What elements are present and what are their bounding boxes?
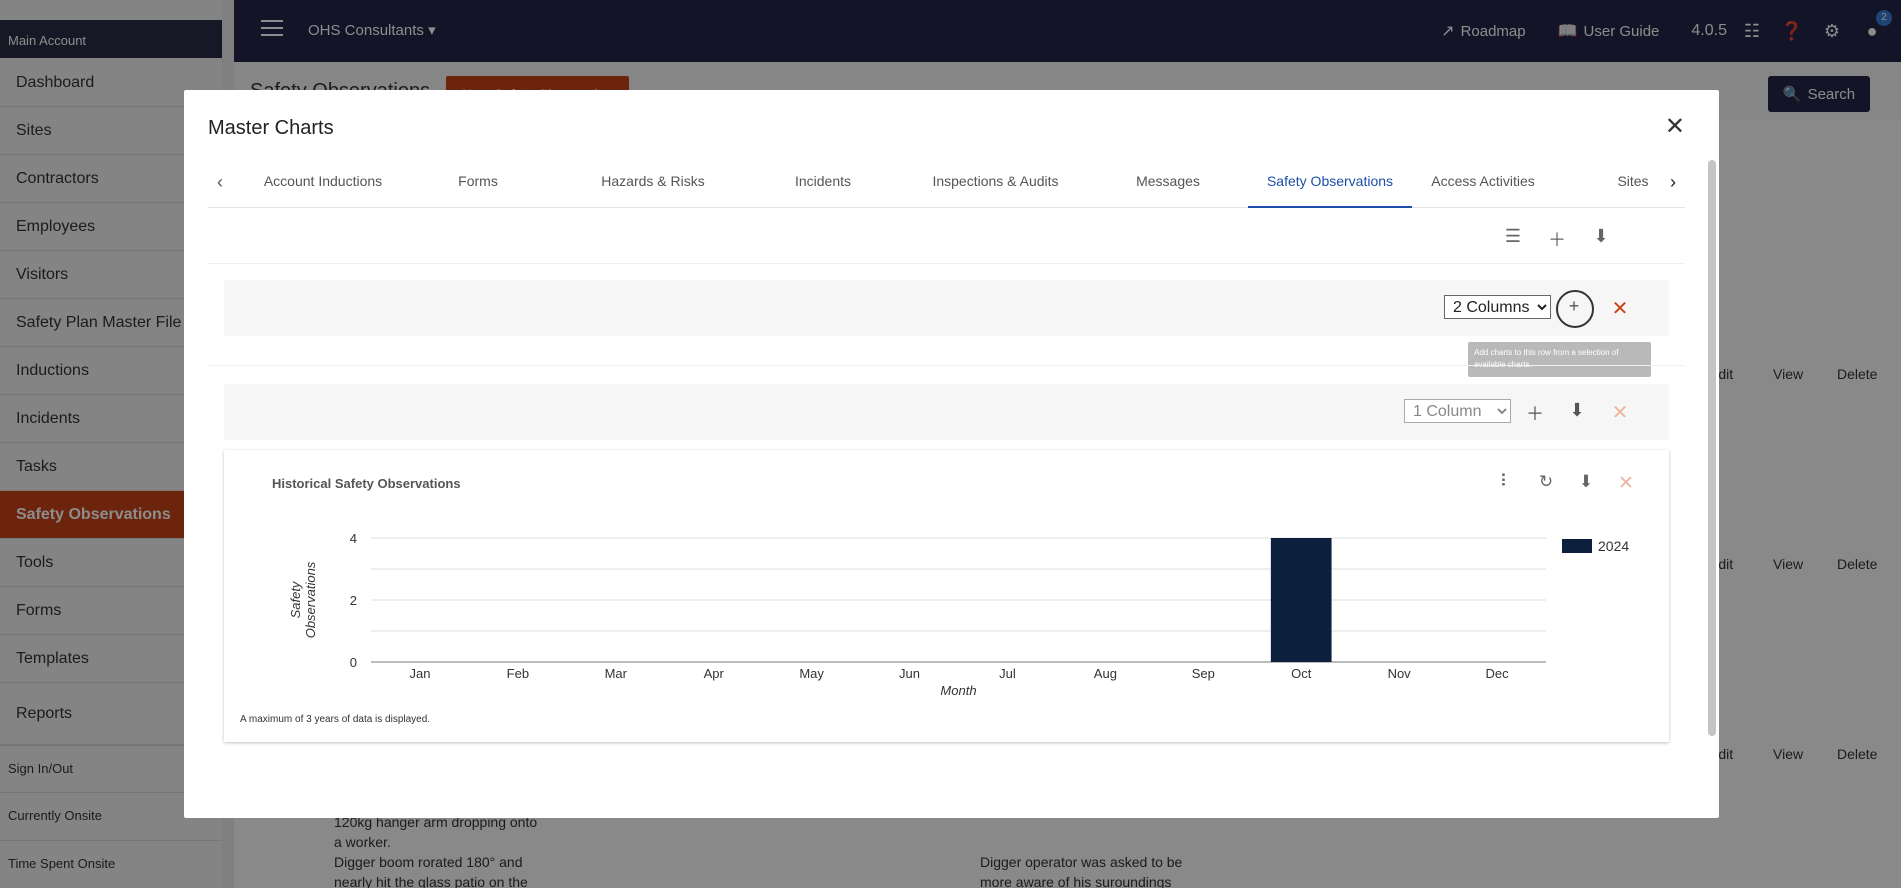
tab-inspections-audits[interactable]: Inspections & Audits — [908, 162, 1083, 208]
y-tick-label: 2 — [350, 593, 357, 608]
x-tick-label: Jan — [409, 666, 430, 681]
bar-chart: 0 2 4 Jan Feb Mar Apr May Jun Jul Aug Sep Oct Nov Dec M… — [288, 531, 1629, 698]
tab-hazards-risks[interactable]: Hazards & Risks — [568, 162, 738, 208]
chart-row-2: 1 Column2 Columns3 Columns ＋ ⬇ ✕ — [224, 384, 1669, 440]
row-divider — [208, 365, 1685, 366]
add-chart-icon[interactable]: ＋ — [1524, 400, 1546, 424]
x-tick-label: Feb — [507, 666, 529, 681]
remove-row-icon[interactable]: ✕ — [1609, 296, 1631, 320]
tab-account-inductions[interactable]: Account Inductions — [248, 162, 398, 208]
remove-row-icon[interactable]: ✕ — [1609, 400, 1631, 424]
x-tick-label: Apr — [704, 666, 725, 681]
download-icon[interactable]: ⬇ — [1566, 400, 1588, 422]
y-tick-label: 4 — [350, 531, 357, 546]
modal-title: Master Charts — [208, 117, 334, 139]
add-charts-tooltip: Add charts to this row from a selection … — [1468, 342, 1651, 377]
row-columns-select[interactable]: 1 Column2 Columns3 Columns — [1444, 295, 1551, 319]
tab-sites[interactable]: Sites — [1608, 162, 1658, 208]
x-tick-label: Oct — [1291, 666, 1312, 681]
tab-forms[interactable]: Forms — [428, 162, 528, 208]
chevron-left-icon[interactable]: ‹ — [208, 172, 232, 196]
tab-access-activities[interactable]: Access Activities — [1418, 162, 1548, 208]
bar — [1270, 538, 1332, 662]
add-row-icon[interactable]: ＋ — [1546, 226, 1568, 250]
x-tick-label: May — [799, 666, 824, 681]
chart-note: A maximum of 3 years of data is displaye… — [240, 714, 431, 725]
plus-icon: + — [1568, 296, 1580, 316]
x-tick-label: Dec — [1485, 666, 1509, 681]
chart-category-tabs: ‹ Account Inductions Forms Hazards & Ris… — [208, 162, 1685, 208]
x-axis-label: Month — [940, 683, 976, 698]
y-tick-label: 0 — [350, 655, 357, 670]
legend-label: 2024 — [1598, 538, 1629, 554]
row-columns-select[interactable]: 1 Column2 Columns3 Columns — [1404, 399, 1511, 423]
x-tick-label: Aug — [1094, 666, 1117, 681]
x-tick-label: Jun — [899, 666, 920, 681]
chart-row-1: 1 Column2 Columns3 Columns + ✕ — [224, 280, 1669, 336]
x-tick-label: Sep — [1192, 666, 1215, 681]
modal-scrollbar[interactable] — [1708, 160, 1716, 736]
chevron-right-icon[interactable]: › — [1661, 172, 1685, 196]
tab-incidents[interactable]: Incidents — [768, 162, 878, 208]
x-tick-label: Mar — [605, 666, 628, 681]
tab-messages[interactable]: Messages — [1108, 162, 1228, 208]
master-charts-modal: Master Charts ✕ ‹ Account Inductions For… — [184, 90, 1719, 818]
legend-swatch — [1562, 539, 1592, 553]
x-tick-label: Jul — [999, 666, 1016, 681]
charts-toolbar: ☰ ＋ ⬇ — [208, 208, 1685, 264]
chart-card: Historical Safety Observations ⠇ ↻ ⬇ ✕ 0… — [224, 450, 1669, 742]
filter-icon[interactable]: ☰ — [1502, 226, 1524, 248]
close-icon[interactable]: ✕ — [1665, 112, 1685, 141]
tab-safety-observations[interactable]: Safety Observations — [1248, 162, 1412, 208]
y-axis-label: SafetyObservations — [288, 561, 318, 638]
x-tick-label: Nov — [1388, 666, 1412, 681]
download-icon[interactable]: ⬇ — [1590, 226, 1612, 248]
